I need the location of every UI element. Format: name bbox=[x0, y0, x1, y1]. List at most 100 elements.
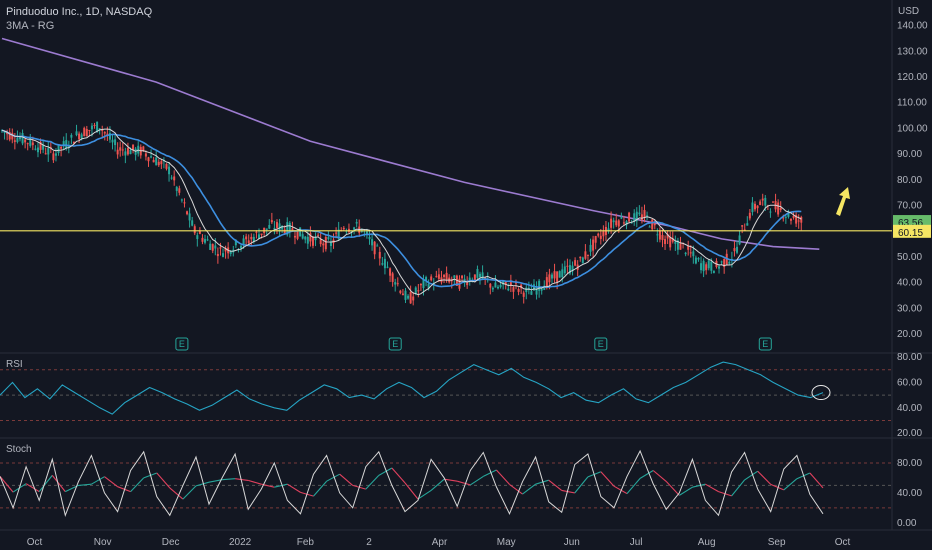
candle-body bbox=[80, 134, 83, 139]
stoch-d-segment bbox=[457, 480, 471, 486]
candle-body bbox=[186, 211, 189, 215]
stoch-d-segment bbox=[248, 479, 262, 485]
stoch-d-segment bbox=[0, 476, 14, 493]
candle-body bbox=[530, 291, 533, 295]
candle-body bbox=[365, 231, 368, 234]
candle-body bbox=[209, 243, 212, 250]
candle-body bbox=[445, 272, 448, 280]
candle-body bbox=[70, 134, 73, 138]
stoch-d-segment bbox=[91, 476, 105, 485]
price-tick-label: 50.00 bbox=[897, 252, 922, 263]
candle-body bbox=[594, 236, 597, 243]
candle-body bbox=[275, 222, 278, 228]
candle-body bbox=[121, 149, 124, 151]
time-tick-label: Jul bbox=[630, 537, 643, 548]
candle-body bbox=[473, 274, 476, 281]
candle-body bbox=[497, 286, 500, 289]
chart-canvas[interactable]: 140.00 130.00 120.00 110.00 100.00 90.00 80.00… bbox=[0, 0, 932, 550]
stoch-d-segment bbox=[430, 478, 445, 491]
candle-body bbox=[476, 268, 479, 278]
candle-body bbox=[517, 289, 520, 292]
candle-body bbox=[319, 239, 322, 245]
candle-body bbox=[622, 222, 625, 224]
ma-mid-line bbox=[1, 129, 802, 289]
indicator-title: 3MA - RG bbox=[6, 20, 55, 32]
candle-body bbox=[165, 163, 168, 169]
candle-body bbox=[702, 260, 705, 272]
candle-body bbox=[674, 241, 677, 244]
candle-body bbox=[355, 222, 358, 224]
candle-body bbox=[389, 268, 392, 276]
candle-body bbox=[592, 239, 595, 251]
candle-body bbox=[566, 265, 569, 267]
candle-body bbox=[150, 156, 153, 158]
candle-body bbox=[311, 236, 314, 246]
candle-body bbox=[733, 248, 736, 252]
candle-body bbox=[335, 232, 338, 234]
candle-body bbox=[260, 233, 263, 236]
candle-body bbox=[738, 235, 741, 245]
rsi-tick-label: 60.00 bbox=[897, 377, 922, 388]
stoch-d-segment bbox=[391, 467, 406, 484]
candle-body bbox=[401, 293, 404, 296]
candle-body bbox=[692, 251, 695, 257]
rsi-line bbox=[0, 361, 824, 415]
stoch-tick-label: 80.00 bbox=[897, 458, 922, 469]
candle-body bbox=[247, 240, 250, 244]
candle-body bbox=[697, 257, 700, 260]
candle-body bbox=[21, 132, 24, 144]
stoch-d-segment bbox=[182, 485, 197, 500]
symbol-title: Pinduoduo Inc., 1D, NASDAQ bbox=[6, 6, 153, 18]
stoch-d-segment bbox=[574, 476, 589, 494]
stoch-d-segment bbox=[561, 489, 575, 494]
candle-body bbox=[293, 235, 296, 238]
candle-body bbox=[540, 288, 543, 291]
candle-body bbox=[661, 235, 664, 240]
candle-body bbox=[250, 236, 253, 240]
candle-body bbox=[216, 253, 219, 257]
candle-body bbox=[489, 283, 492, 288]
candle-body bbox=[381, 263, 384, 265]
candle-body bbox=[214, 245, 217, 249]
up-arrow-annotation bbox=[836, 187, 850, 216]
candle-body bbox=[777, 202, 780, 215]
time-tick-label: 2 bbox=[366, 537, 372, 548]
candle-body bbox=[60, 146, 63, 149]
candle-body bbox=[116, 149, 119, 155]
candle-body bbox=[65, 140, 68, 149]
candle-body bbox=[155, 157, 158, 166]
candle-body bbox=[157, 161, 160, 166]
chart-root[interactable]: 140.00 130.00 120.00 110.00 100.00 90.00 80.00… bbox=[0, 0, 932, 550]
stoch-d-segment bbox=[744, 470, 759, 481]
candle-body bbox=[759, 201, 762, 206]
candle-body bbox=[144, 153, 147, 157]
candle-body bbox=[103, 132, 106, 134]
candle-body bbox=[792, 215, 795, 218]
candle-body bbox=[299, 227, 302, 237]
price-tick-label: 40.00 bbox=[897, 278, 922, 289]
stoch-d-segment bbox=[469, 475, 484, 486]
candle-body bbox=[800, 216, 803, 223]
candle-body bbox=[712, 270, 715, 274]
candle-body bbox=[638, 212, 641, 215]
candle-body bbox=[741, 225, 744, 227]
price-tick-label: 120.00 bbox=[897, 72, 928, 83]
candle-body bbox=[584, 251, 587, 259]
candle-body bbox=[646, 215, 649, 217]
candle-body bbox=[378, 251, 381, 259]
candle-body bbox=[170, 177, 173, 179]
candle-body bbox=[525, 287, 528, 293]
candle-body bbox=[88, 129, 91, 131]
time-tick-label: Feb bbox=[297, 537, 315, 548]
candle-body bbox=[772, 201, 774, 203]
earnings-marker-label: E bbox=[762, 339, 768, 349]
candle-body bbox=[599, 235, 602, 239]
candle-body bbox=[574, 260, 577, 266]
earnings-marker-label: E bbox=[179, 339, 185, 349]
candle-body bbox=[548, 274, 551, 283]
candle-body bbox=[707, 260, 710, 269]
candle-body bbox=[273, 227, 276, 229]
candle-body bbox=[522, 292, 525, 297]
candle-body bbox=[461, 275, 464, 279]
stoch-d-segment bbox=[313, 480, 328, 497]
